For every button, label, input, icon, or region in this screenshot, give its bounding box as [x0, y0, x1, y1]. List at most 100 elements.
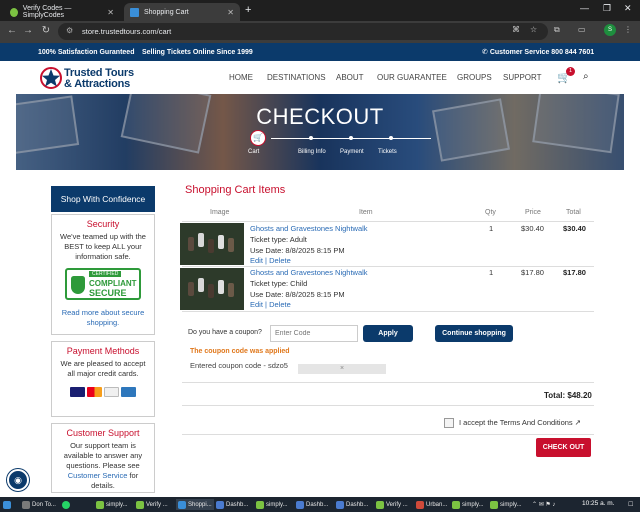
security-box: Security We've teamed up with the BEST t…: [51, 214, 155, 335]
taskbar-item[interactable]: Dashb...: [336, 499, 368, 510]
edit-link[interactable]: Edit: [250, 256, 263, 265]
apply-coupon-button[interactable]: Apply: [363, 325, 413, 342]
badge-compliant: COMPLIANT: [89, 279, 137, 288]
taskbar-label: simply...: [266, 501, 288, 508]
back-icon[interactable]: ←: [4, 25, 20, 36]
nav-our-guarantee[interactable]: OUR GUARANTEE: [377, 73, 447, 82]
taskbar-item[interactable]: Verify ...: [136, 499, 168, 510]
start-icon[interactable]: [3, 499, 11, 510]
url-input[interactable]: ⚙ store.trustedtours.com/cart: [58, 23, 548, 40]
app-icon: [336, 500, 344, 509]
translate-icon[interactable]: ⌘: [512, 25, 520, 34]
checkout-button[interactable]: CHECK OUT: [536, 438, 591, 457]
taskbar-item[interactable]: Dashb...: [216, 499, 248, 510]
taskbar-item[interactable]: simply...: [490, 499, 522, 510]
item-actions: Edit | Delete: [250, 300, 291, 309]
support-body: Our support team is available to answer …: [63, 441, 143, 470]
col-image: Image: [210, 209, 230, 216]
thumb-figure: [188, 282, 194, 296]
notifications-icon[interactable]: ☐: [628, 499, 633, 510]
taskbar-label: simply...: [106, 501, 128, 508]
tour-thumbnail[interactable]: [180, 268, 244, 310]
nav-about[interactable]: ABOUT: [336, 73, 364, 82]
amex-card-icon: [121, 387, 136, 397]
taskbar-item[interactable]: simply...: [96, 499, 128, 510]
bookmark-star-icon[interactable]: ☆: [530, 25, 537, 34]
customer-service-link[interactable]: Customer Service: [68, 471, 128, 480]
browser-tab-bar: Verify Codes — SimplyCodes ✕ Shopping Ca…: [0, 0, 640, 21]
coupon-code-input[interactable]: [270, 325, 358, 342]
taskbar-item[interactable]: Don To...: [22, 499, 56, 510]
customer-service-phone[interactable]: ✆ Customer Service 800 844 7601: [482, 48, 594, 56]
mastercard-icon: [87, 387, 102, 397]
tab-shopping-cart[interactable]: Shopping Cart ✕: [124, 3, 240, 21]
new-tab-icon[interactable]: +: [245, 4, 251, 16]
divider: [182, 434, 594, 435]
item-name-link[interactable]: Ghosts and Gravestones Nightwalk: [250, 268, 368, 277]
terms-link[interactable]: Terms And Conditions: [500, 418, 573, 427]
entered-coupon-text: Entered coupon code - sdzo5: [190, 361, 288, 370]
badge-secure: SECURE: [89, 288, 127, 298]
external-link-icon[interactable]: ↗: [575, 418, 581, 427]
cart-title: Shopping Cart Items: [185, 184, 286, 196]
step-payment: Payment: [340, 149, 364, 155]
close-tab-icon[interactable]: ✕: [107, 8, 114, 17]
tab-verify-codes[interactable]: Verify Codes — SimplyCodes ✕: [4, 3, 120, 21]
minimize-icon[interactable]: —: [580, 3, 589, 13]
item-name-link[interactable]: Ghosts and Gravestones Nightwalk: [250, 224, 368, 233]
taskbar-label: Verify ...: [146, 501, 168, 508]
tray-icons[interactable]: ⌃ ✉ ⚑ ♪: [532, 499, 555, 510]
whatsapp-icon[interactable]: [62, 499, 70, 510]
tour-thumbnail[interactable]: [180, 223, 244, 265]
taskbar-item[interactable]: Dashb...: [296, 499, 328, 510]
accessibility-icon[interactable]: ◉: [7, 469, 29, 491]
confidence-sidebar: Shop With Confidence Security We've team…: [51, 186, 155, 493]
terms-checkbox[interactable]: [444, 418, 454, 428]
close-window-icon[interactable]: ✕: [624, 3, 632, 14]
delete-link[interactable]: Delete: [269, 300, 291, 309]
shield-icon: [71, 276, 85, 294]
sidepanel-icon[interactable]: ▭: [578, 25, 586, 34]
nav-destinations[interactable]: DESTINATIONS: [267, 73, 326, 82]
close-tab-icon[interactable]: ✕: [227, 8, 234, 17]
secure-shopping-link[interactable]: Read more about secure shopping.: [56, 308, 150, 328]
site-info-icon[interactable]: ⚙: [66, 26, 73, 35]
divider: [182, 382, 594, 383]
coupon-applied-message: The coupon code was applied: [190, 348, 290, 355]
search-icon[interactable]: ⌕: [583, 71, 589, 82]
taskbar-item[interactable]: simply...: [452, 499, 484, 510]
delete-link[interactable]: Delete: [269, 256, 291, 265]
nav-groups[interactable]: GROUPS: [457, 73, 492, 82]
forward-icon[interactable]: →: [20, 25, 36, 36]
reload-icon[interactable]: ↻: [38, 25, 54, 36]
taskbar-label: Shoppi...: [188, 501, 212, 508]
continue-shopping-button[interactable]: Continue shopping: [435, 325, 513, 342]
col-total: Total: [566, 209, 581, 216]
star-logo-icon: [40, 67, 62, 89]
taskbar-item[interactable]: Urban...: [416, 499, 447, 510]
restore-icon[interactable]: ❐: [603, 3, 611, 14]
sidebar-heading: Shop With Confidence: [51, 186, 155, 212]
profile-avatar[interactable]: S: [604, 24, 616, 36]
address-bar-row: ← → ↻ ⚙ store.trustedtours.com/cart ⌘ ☆ …: [0, 21, 640, 43]
support-text: Our support team is available to answer …: [56, 441, 150, 491]
step-dot: [389, 136, 393, 140]
remove-coupon-icon[interactable]: ×: [340, 365, 344, 372]
taskbar-item-active[interactable]: Shoppi...: [176, 499, 214, 510]
taskbar-item[interactable]: simply...: [256, 499, 288, 510]
site-logo[interactable]: Trusted Tours & Attractions: [40, 65, 140, 91]
cart-step-icon: 🛒: [250, 130, 266, 146]
site-header: Trusted Tours & Attractions HOME DESTINA…: [0, 61, 640, 94]
edit-link[interactable]: Edit: [250, 300, 263, 309]
taskbar-item[interactable]: Verify ...: [376, 499, 408, 510]
extensions-icon[interactable]: ⧉: [554, 25, 560, 35]
remove-coupon-chip[interactable]: ×: [298, 364, 386, 374]
thumb-figure: [208, 239, 214, 253]
nav-home[interactable]: HOME: [229, 73, 253, 82]
simplycodes-favicon-icon: [10, 7, 18, 17]
nav-support[interactable]: SUPPORT: [503, 73, 542, 82]
taskbar-label: Don To...: [32, 501, 56, 508]
taskbar-label: simply...: [462, 501, 484, 508]
divider: [182, 266, 594, 267]
menu-dots-icon[interactable]: ⋮: [624, 25, 632, 34]
